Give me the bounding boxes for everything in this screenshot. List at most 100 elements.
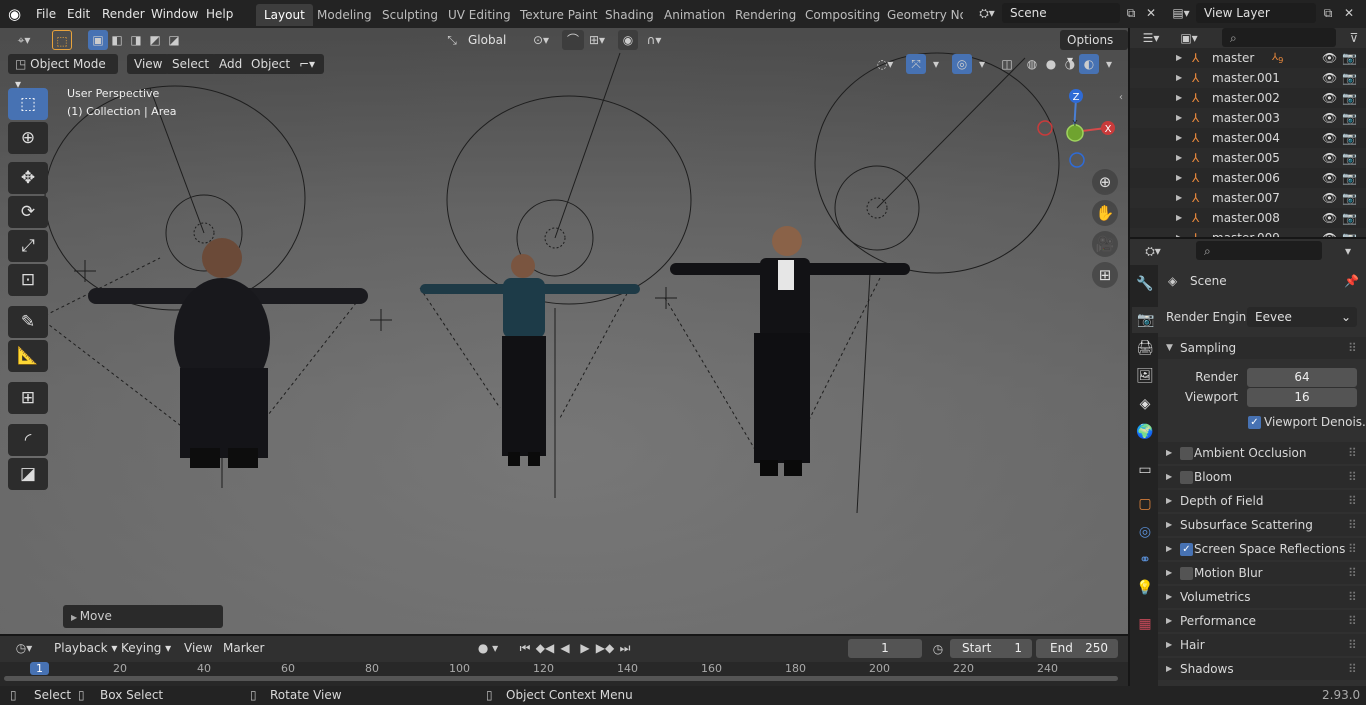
tool-shear-icon[interactable]: ◜ <box>8 424 48 456</box>
render-camera-icon[interactable]: 📷 <box>1342 208 1357 228</box>
menu-object[interactable]: Object <box>244 54 298 74</box>
new-scene-icon[interactable]: ⧉ <box>1121 3 1141 23</box>
drag-handle-icon[interactable]: ⠿ <box>1348 658 1357 680</box>
auto-keying-icon[interactable]: ● ▾ <box>470 638 506 658</box>
proportional-falloff-icon[interactable]: ∩▾ <box>640 30 668 50</box>
play-reverse-icon[interactable]: ◀ <box>555 638 575 658</box>
visibility-eye-icon[interactable]: 👁 <box>1322 108 1337 128</box>
visibility-eye-icon[interactable]: 👁 <box>1322 48 1337 68</box>
mode-intersect-icon[interactable]: ◪ <box>164 30 184 50</box>
tab-sculpting[interactable]: Sculpting <box>374 4 446 26</box>
shading-solid-icon[interactable]: ● <box>1041 54 1061 74</box>
properties-editor-type-icon[interactable]: ⛭▾ <box>1138 241 1168 261</box>
drag-handle-icon[interactable]: ⠿ <box>1348 634 1357 656</box>
tool-add-cube-icon[interactable]: ⊞ <box>8 382 48 414</box>
object-visibility-icon[interactable]: ◌▾ <box>870 54 900 74</box>
outliner-editor-type-icon[interactable]: ☰▾ <box>1136 28 1166 48</box>
tab-object-icon[interactable]: ▢ <box>1132 491 1158 517</box>
transform-orientation-dropdown[interactable]: Global <box>460 30 518 50</box>
panel-header[interactable]: ▶ Bloom ⠿ <box>1158 466 1366 488</box>
panel-header[interactable]: ▶ Hair ⠿ <box>1158 634 1366 656</box>
scene-name-field[interactable]: Scene <box>1002 3 1120 23</box>
shading-rendered-icon[interactable]: ◐ <box>1079 54 1099 74</box>
tool-select-box-icon[interactable]: ⬚ <box>8 88 48 120</box>
tool-move-icon[interactable]: ✥ <box>8 162 48 194</box>
pin-icon[interactable]: 📌 <box>1344 270 1359 292</box>
prev-keyframe-icon[interactable]: ◆◀ <box>535 638 555 658</box>
menu-view[interactable]: View <box>127 54 170 74</box>
xray-toggle-icon[interactable]: ◫ <box>997 54 1017 74</box>
panel-header[interactable]: ▶ Depth of Field ⠿ <box>1158 490 1366 512</box>
panel-header[interactable]: ▶ Shadows ⠿ <box>1158 658 1366 680</box>
playhead-frame[interactable]: 1 <box>30 662 49 675</box>
menu-timeline-view[interactable]: View <box>177 638 219 658</box>
3d-viewport[interactable]: ⌖▾ ⬚ ▣ ◧ ◨ ◩ ◪ ⤡ Global ⊙▾ ⌒ ⊞▾ ◉ ∩▾ Opt… <box>0 28 1128 634</box>
options-dropdown[interactable]: Options ▾ <box>1060 30 1128 67</box>
view-layer-selector-icon[interactable]: ▤▾ <box>1168 3 1194 23</box>
outliner-row[interactable]: ▶ ⅄ master.006 👁 📷 <box>1130 168 1366 188</box>
expand-icon[interactable]: ▶ <box>1176 68 1182 88</box>
drag-handle-icon[interactable]: ⠿ <box>1348 514 1357 536</box>
outliner-row[interactable]: ▶ ⅄ master.004 👁 📷 <box>1130 128 1366 148</box>
sidebar-toggle-icon[interactable]: ‹ <box>1119 92 1123 103</box>
mode-invert-icon[interactable]: ◩ <box>145 30 165 50</box>
viewport-denoising-checkbox[interactable]: ✓ <box>1248 416 1261 429</box>
mode-subtract-icon[interactable]: ◨ <box>126 30 146 50</box>
jump-end-icon[interactable]: ⏭ <box>615 638 635 658</box>
gizmo-menu-icon[interactable]: ▾ <box>926 54 946 74</box>
visibility-eye-icon[interactable]: 👁 <box>1322 68 1337 88</box>
outliner-row[interactable]: ▶ ⅄ master.005 👁 📷 <box>1130 148 1366 168</box>
drag-handle-icon[interactable]: ⠿ <box>1348 538 1357 560</box>
render-engine-dropdown[interactable]: Eevee ⌄ <box>1247 307 1357 327</box>
tab-collection-icon[interactable]: ▭ <box>1132 457 1158 483</box>
camera-view-icon[interactable]: 🎥 <box>1092 231 1118 257</box>
tab-modeling[interactable]: Modeling <box>309 4 380 26</box>
drag-handle-icon[interactable]: ⠿ <box>1348 562 1357 584</box>
render-camera-icon[interactable]: 📷 <box>1342 88 1357 108</box>
last-operator-panel[interactable]: ▶ Move <box>63 605 223 628</box>
outliner-row[interactable]: ▶ ⅄ master.008 👁 📷 <box>1130 208 1366 228</box>
tab-world-icon[interactable]: 🌍 <box>1132 419 1158 445</box>
render-camera-icon[interactable]: 📷 <box>1342 148 1357 168</box>
proportional-edit-icon[interactable]: ◉ <box>618 30 638 50</box>
tool-measure-icon[interactable]: 📐 <box>8 340 48 372</box>
panel-header[interactable]: ▶ Volumetrics ⠿ <box>1158 586 1366 608</box>
menu-select[interactable]: Select <box>165 54 217 74</box>
pivot-point-icon[interactable]: ⊙▾ <box>526 30 556 50</box>
drag-handle-icon[interactable]: ⠿ <box>1348 490 1357 512</box>
render-camera-icon[interactable]: 📷 <box>1342 108 1357 128</box>
object-mode-dropdown[interactable]: ◳ Object Mode ▾ <box>8 54 118 91</box>
tool-annotate-icon[interactable]: ✎ <box>8 306 48 338</box>
jump-start-icon[interactable]: ⏮ <box>515 638 535 658</box>
tab-shading[interactable]: Shading <box>597 4 662 26</box>
overlays-menu-icon[interactable]: ▾ <box>972 54 992 74</box>
tool-cursor-icon[interactable]: ⊕ <box>8 122 48 154</box>
timeline-scrollbar[interactable] <box>4 676 1118 681</box>
delete-scene-icon[interactable]: ✕ <box>1141 3 1161 23</box>
current-frame-field[interactable]: 1 <box>848 639 922 658</box>
render-camera-icon[interactable]: 📷 <box>1342 168 1357 188</box>
tab-constraints-icon[interactable]: ⚭ <box>1132 547 1158 573</box>
visibility-eye-icon[interactable]: 👁 <box>1322 88 1337 108</box>
panel-header[interactable]: ▶ Subsurface Scattering ⠿ <box>1158 514 1366 536</box>
tab-view-layer-icon[interactable]: 🖼 <box>1132 363 1158 389</box>
expand-icon[interactable]: ▶ <box>1176 188 1182 208</box>
tab-animation[interactable]: Animation <box>656 4 733 26</box>
panel-header[interactable]: ▶ Motion Blur ⠿ <box>1158 562 1366 584</box>
snap-target-icon[interactable]: ⊞▾ <box>584 30 610 50</box>
mode-new-icon[interactable]: ▣ <box>88 30 108 50</box>
outliner-row[interactable]: ▶ ⅄ master.003 👁 📷 <box>1130 108 1366 128</box>
tool-scale-icon[interactable]: ⤢ <box>8 230 48 262</box>
overlays-toggle-icon[interactable]: ◎ <box>952 54 972 74</box>
shading-wireframe-icon[interactable]: ◍ <box>1022 54 1042 74</box>
shading-material-icon[interactable]: ◑ <box>1060 54 1080 74</box>
render-samples-field[interactable]: 64 <box>1247 368 1357 387</box>
panel-header[interactable]: ▶ Ambient Occlusion ⠿ <box>1158 442 1366 464</box>
tool-transform-icon[interactable]: ⊡ <box>8 264 48 296</box>
drag-handle-icon[interactable]: ⠿ <box>1348 337 1357 359</box>
outliner-row[interactable]: ▶ ⅄ master ⅄9 👁 📷 <box>1130 48 1366 68</box>
visibility-eye-icon[interactable]: 👁 <box>1322 148 1337 168</box>
panel-enable-checkbox[interactable]: ✓ <box>1180 543 1193 556</box>
tab-compositing[interactable]: Compositing <box>797 4 888 26</box>
outliner-row[interactable]: ▶ ⅄ master.007 👁 📷 <box>1130 188 1366 208</box>
